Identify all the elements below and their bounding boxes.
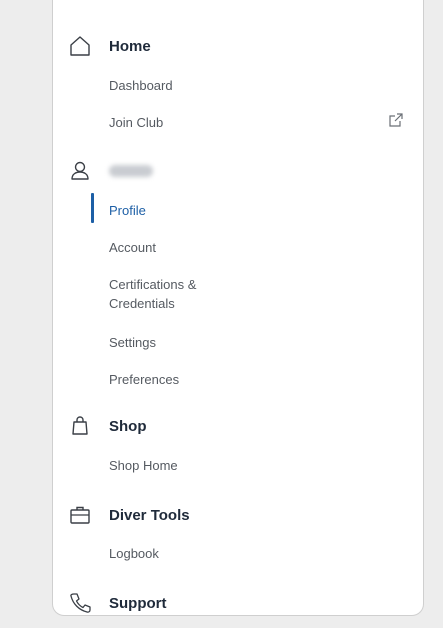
nav-item-certifications-line1[interactable]: Certifications & [109, 277, 196, 292]
briefcase-icon [67, 502, 93, 528]
nav-item-certifications-line2[interactable]: Credentials [109, 296, 175, 311]
nav-item-logbook[interactable]: Logbook [109, 546, 159, 561]
nav-section-shop[interactable]: Shop [109, 418, 147, 435]
nav-item-dashboard[interactable]: Dashboard [109, 78, 173, 93]
active-item-indicator [91, 193, 94, 223]
shopping-bag-icon [67, 413, 93, 439]
nav-item-preferences[interactable]: Preferences [109, 372, 179, 387]
nav-item-join-club[interactable]: Join Club [109, 115, 163, 130]
nav-item-shop-home[interactable]: Shop Home [109, 458, 178, 473]
home-icon [67, 33, 93, 59]
phone-icon [67, 590, 93, 616]
nav-item-settings[interactable]: Settings [109, 335, 156, 350]
nav-section-support[interactable]: Support [109, 595, 167, 612]
nav-section-diver-tools[interactable]: Diver Tools [109, 507, 190, 524]
user-icon [67, 158, 93, 184]
navigation-menu-card: Home Dashboard Join Club Profile Account… [52, 0, 424, 616]
user-name-blurred[interactable] [109, 165, 153, 177]
nav-item-profile[interactable]: Profile [109, 203, 146, 218]
nav-item-account[interactable]: Account [109, 240, 156, 255]
external-link-icon[interactable] [388, 112, 404, 128]
nav-section-home[interactable]: Home [109, 38, 151, 55]
